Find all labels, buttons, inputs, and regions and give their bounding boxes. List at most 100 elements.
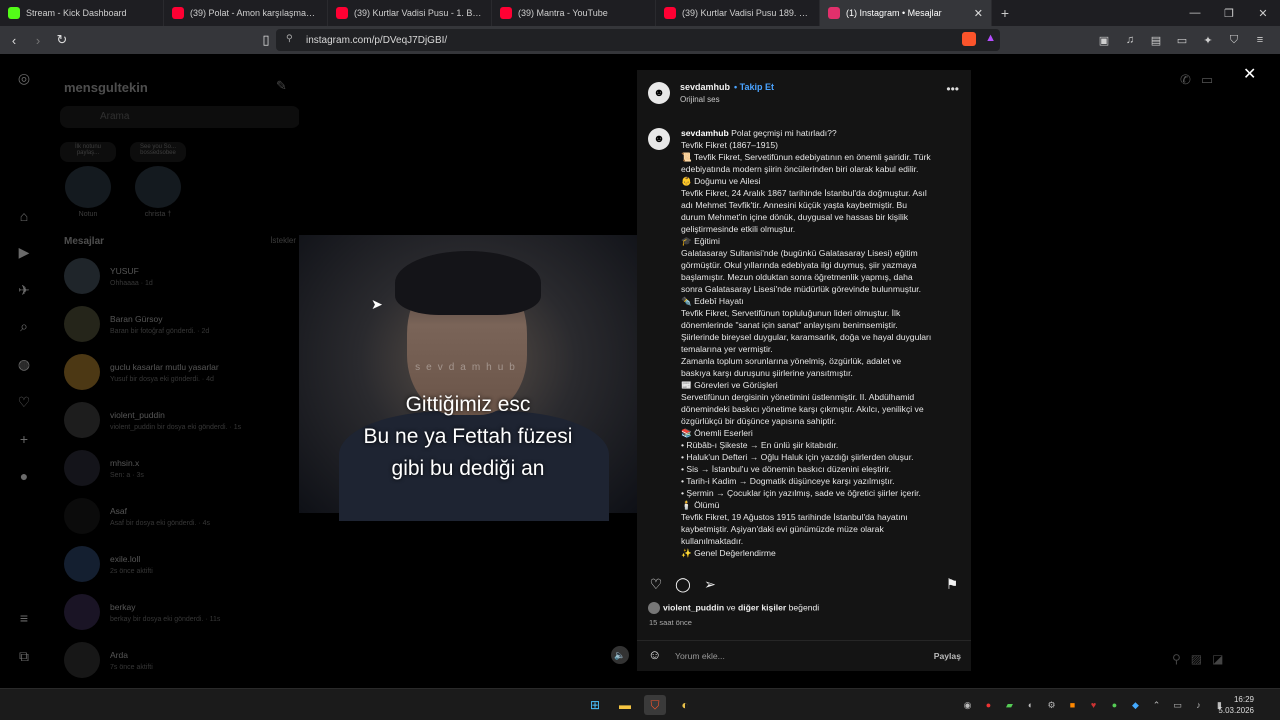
tray-app-icon[interactable]: ⌃ xyxy=(1149,698,1164,712)
conversation-item[interactable]: Arda 7s önce aktifti xyxy=(64,638,300,682)
conversation-item[interactable]: berkay berkay bir dosya eki gönderdi. · 1… xyxy=(64,590,300,634)
reload-icon[interactable]: ↻ xyxy=(52,30,72,50)
follow-button[interactable]: • Takip Et xyxy=(734,82,774,92)
minimize-icon[interactable]: — xyxy=(1178,0,1212,26)
dm-username[interactable]: mensgultekin xyxy=(64,80,148,95)
home-icon[interactable]: ⌂ xyxy=(14,206,34,226)
share-icon[interactable]: ➢ xyxy=(701,575,719,593)
author-name[interactable]: sevdamhub xyxy=(680,82,730,92)
tray-app-icon[interactable]: ● xyxy=(1107,698,1122,712)
also-from-meta-icon[interactable]: ⧉ xyxy=(14,646,34,666)
search-icon[interactable]: ⌕ xyxy=(14,316,34,336)
caption-line: görmüştür. Okul yıllarında edebiyata ilg… xyxy=(681,260,917,270)
panel-icon[interactable]: ▤ xyxy=(1146,30,1166,50)
browser-tab-label: (39) Polat - Amon karşılaşması - YouT xyxy=(190,8,319,18)
profile-avatar[interactable]: ● xyxy=(14,466,34,486)
messages-icon[interactable]: ✈ xyxy=(14,280,34,300)
caption-line: Zamanla toplum sorunlarına yönelmiş, özg… xyxy=(681,356,902,366)
tray-app-icon[interactable]: ▰ xyxy=(1002,698,1017,712)
taskbar-clock[interactable]: 16:29 5.03.2026 xyxy=(1218,694,1254,716)
explore-icon[interactable]: ◍ xyxy=(14,354,34,374)
volume-icon[interactable]: ♪ xyxy=(1191,698,1206,712)
close-modal-icon[interactable]: ✕ xyxy=(1243,64,1256,84)
tray-app-icon[interactable]: ♥ xyxy=(1086,698,1101,712)
reel-video[interactable]: sevdamhub Gittiğimiz esc Bu ne ya Fettah… xyxy=(299,70,637,671)
author-avatar[interactable]: ☻ xyxy=(648,82,670,104)
url-field[interactable]: ⚲ instagram.com/p/DVeqJ7DjGBI/ ▲ xyxy=(276,29,1000,51)
more-options-icon[interactable]: ••• xyxy=(946,82,959,96)
caption-line: 📚 Önemli Eserleri xyxy=(681,428,753,438)
start-icon[interactable]: ⊞ xyxy=(584,695,606,715)
comment-input[interactable]: Yorum ekle... xyxy=(675,651,725,661)
network-icon[interactable]: ▭ xyxy=(1170,698,1185,712)
new-tab-button[interactable]: + xyxy=(992,0,1018,26)
note-item[interactable]: See you So... bossedsobee christa † xyxy=(130,142,186,218)
caption-line: 🎓 Eğitimi xyxy=(681,236,720,246)
brave-shield-icon[interactable] xyxy=(962,32,976,46)
music-icon[interactable]: ♫ xyxy=(1120,30,1140,50)
more-menu-icon[interactable]: ≡ xyxy=(14,608,34,628)
menu-icon[interactable]: ≡ xyxy=(1250,30,1270,50)
comment-icon[interactable]: ◯ xyxy=(674,575,692,593)
tray-app-icon[interactable]: ■ xyxy=(1065,698,1080,712)
browser-tab[interactable]: (1) Instagram • Mesajlar ✕ xyxy=(820,0,992,26)
leo-ai-icon[interactable]: ✦ xyxy=(1198,30,1218,50)
instagram-logo-icon[interactable]: ◎ xyxy=(14,68,34,88)
conversation-item[interactable]: YUSUF Ohhaaaa · 1d xyxy=(64,254,300,298)
reels-icon[interactable]: ▶ xyxy=(14,242,34,262)
vpn-shield-icon[interactable]: ⛉ xyxy=(1224,30,1244,50)
note-item[interactable]: İlk notunu paylaş... Notun xyxy=(60,142,116,218)
caption-author-avatar[interactable]: ☻ xyxy=(648,128,670,150)
site-info-icon[interactable]: ⚲ xyxy=(286,33,293,44)
conversation-item[interactable]: exile.loll 2s önce aktifti xyxy=(64,542,300,586)
browser-tab[interactable]: (39) Kurtlar Vadisi Pusu - 1. Bölüm FU xyxy=(328,0,492,26)
wallet-icon[interactable]: ▭ xyxy=(1172,30,1192,50)
file-explorer-icon[interactable]: ▬ xyxy=(614,695,636,715)
compose-icon[interactable]: ✎ xyxy=(276,78,287,94)
forward-icon[interactable]: › xyxy=(28,30,48,50)
youtube-icon xyxy=(172,7,184,19)
bookmark-icon[interactable]: ▯ xyxy=(256,30,276,50)
liked-by-user[interactable]: violent_puddin xyxy=(663,602,724,612)
note-name: christa † xyxy=(144,211,172,218)
conversation-preview: Ohhaaaa · 1d xyxy=(110,279,153,287)
caption-author[interactable]: sevdamhub xyxy=(681,128,729,138)
create-icon[interactable]: + xyxy=(14,429,34,449)
maximize-icon[interactable]: ❐ xyxy=(1212,0,1246,26)
close-tab-icon[interactable]: ✕ xyxy=(974,7,983,20)
like-icon[interactable]: ♡ xyxy=(647,575,665,593)
browser-tab[interactable]: (39) Kurtlar Vadisi Pusu 189. Bölüm xyxy=(656,0,820,26)
back-icon[interactable]: ‹ xyxy=(4,30,24,50)
liked-others-link[interactable]: diğer kişiler xyxy=(738,602,786,612)
tray-app-icon[interactable]: ⚙ xyxy=(1044,698,1059,712)
post-comment-button[interactable]: Paylaş xyxy=(934,651,961,661)
original-audio[interactable]: Orijinal ses xyxy=(680,95,720,104)
brave-browser-icon[interactable]: ⛉ xyxy=(644,695,666,715)
browser-tab[interactable]: (39) Polat - Amon karşılaşması - YouT xyxy=(164,0,328,26)
tray-app-icon[interactable]: ◉ xyxy=(960,698,975,712)
browser-tab[interactable]: (39) Mantra - YouTube xyxy=(492,0,656,26)
mute-icon[interactable]: 🔈 xyxy=(611,646,629,664)
brave-rewards-icon[interactable]: ▲ xyxy=(985,32,996,44)
caption-line: edebiyatında modern şiirin öncülerinden … xyxy=(681,164,919,174)
dm-search-input[interactable]: Arama xyxy=(60,106,300,128)
browser-tab[interactable]: Stream - Kick Dashboard xyxy=(0,0,164,26)
sidebar-icon[interactable]: ▣ xyxy=(1094,30,1114,50)
caption-line: • Şermin → Çocuklar için yazılmış, sade … xyxy=(681,488,921,498)
window-close-icon[interactable]: ✕ xyxy=(1246,0,1280,26)
note-bubble: See you So... bossedsobee xyxy=(130,142,186,162)
likes-summary[interactable]: violent_puddin ve diğer kişiler beğendi xyxy=(648,602,819,614)
conversation-item[interactable]: mhsin.x Sen: a · 3s xyxy=(64,446,300,490)
notifications-icon[interactable]: ♡ xyxy=(14,392,34,412)
save-icon[interactable]: ⚑ xyxy=(943,575,961,593)
conversation-item[interactable]: Baran Gürsoy Baran bir fotoğraf gönderdi.… xyxy=(64,302,300,346)
tray-app-icon[interactable]: ◆ xyxy=(1128,698,1143,712)
tray-app-icon[interactable]: ● xyxy=(981,698,996,712)
conversation-item[interactable]: Asaf Asaf bir dosya eki gönderdi. · 4s xyxy=(64,494,300,538)
requests-link[interactable]: İstekler xyxy=(270,236,296,245)
conversation-item[interactable]: guclu kasarlar mutlu yasarlar Yusuf bir d… xyxy=(64,350,300,394)
app-icon[interactable]: ◐ xyxy=(674,695,696,715)
conversation-item[interactable]: violent_puddin violent_puddin bir dosya e… xyxy=(64,398,300,442)
tray-app-icon[interactable]: ◐ xyxy=(1023,698,1038,712)
emoji-icon[interactable]: ☺ xyxy=(648,647,661,662)
